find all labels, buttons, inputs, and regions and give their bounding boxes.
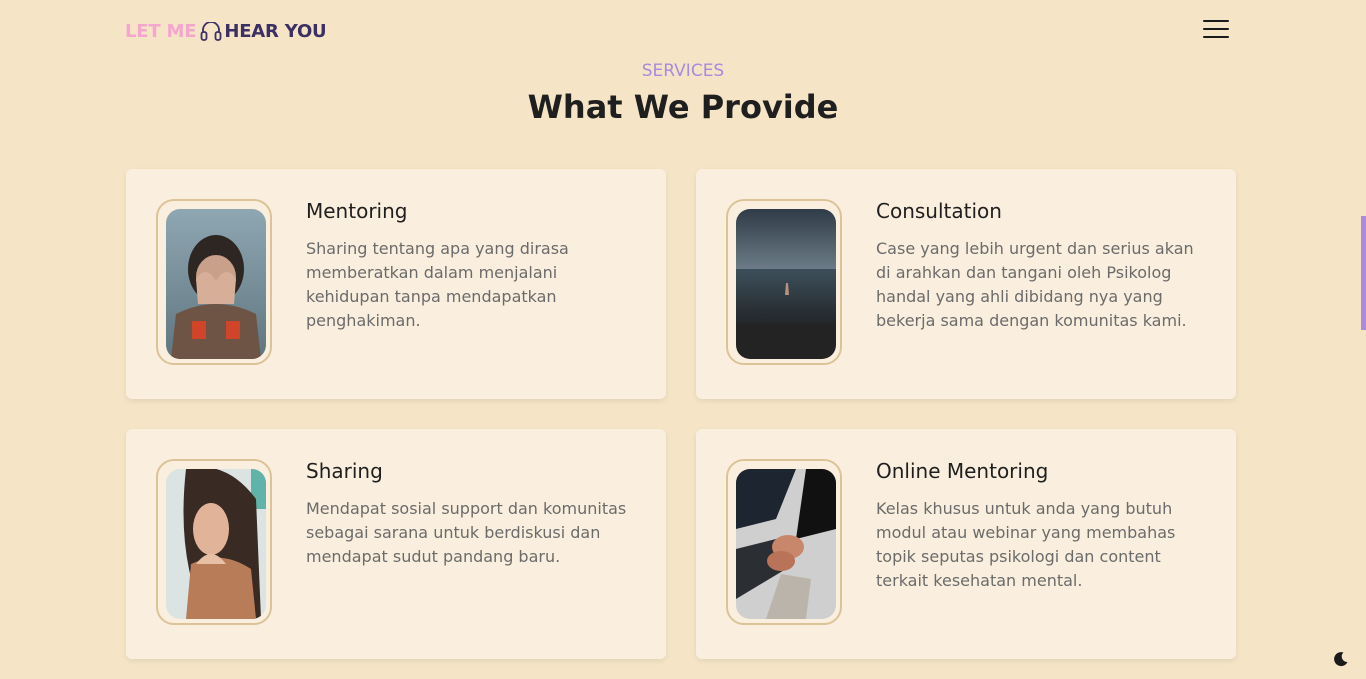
service-title: Online Mentoring bbox=[876, 459, 1049, 483]
service-title: Sharing bbox=[306, 459, 383, 483]
service-card-mentoring: Mentoring Sharing tentang apa yang diras… bbox=[126, 169, 666, 399]
section-subtitle: SERVICES bbox=[641, 61, 725, 81]
service-title: Mentoring bbox=[306, 199, 408, 223]
photo-frame bbox=[156, 199, 272, 365]
service-card-sharing: Sharing Mendapat sosial support dan komu… bbox=[126, 429, 666, 659]
photo-frame bbox=[726, 199, 842, 365]
service-description: Sharing tentang apa yang dirasa memberat… bbox=[306, 239, 569, 330]
service-card-online-mentoring: Online Mentoring Kelas khusus untuk anda… bbox=[696, 429, 1236, 659]
menu-line bbox=[1203, 36, 1229, 38]
service-photo bbox=[166, 469, 266, 619]
service-title: Consultation bbox=[876, 199, 1002, 223]
service-description: Kelas khusus untuk anda yang butuh modul… bbox=[876, 499, 1176, 590]
section-title: What We Provide bbox=[527, 88, 839, 126]
site-logo[interactable]: LET ME HEAR YOU bbox=[125, 21, 327, 42]
photo-frame bbox=[726, 459, 842, 625]
service-photo bbox=[166, 209, 266, 359]
logo-text-part2: HEAR YOU bbox=[224, 21, 327, 42]
menu-line bbox=[1203, 20, 1229, 22]
photo-frame bbox=[156, 459, 272, 625]
service-description: Case yang lebih urgent dan serius akan d… bbox=[876, 239, 1194, 330]
moon-icon[interactable] bbox=[1333, 651, 1349, 667]
service-photo bbox=[736, 469, 836, 619]
headphones-icon bbox=[200, 21, 222, 41]
hamburger-menu-icon[interactable] bbox=[1203, 20, 1229, 38]
side-accent-bar bbox=[1361, 216, 1366, 330]
site-header: LET ME HEAR YOU bbox=[0, 0, 1366, 64]
menu-line bbox=[1203, 28, 1229, 30]
service-photo bbox=[736, 209, 836, 359]
service-description: Mendapat sosial support dan komunitas se… bbox=[306, 499, 627, 566]
service-card-consultation: Consultation Case yang lebih urgent dan … bbox=[696, 169, 1236, 399]
logo-text-part1: LET ME bbox=[125, 21, 197, 42]
